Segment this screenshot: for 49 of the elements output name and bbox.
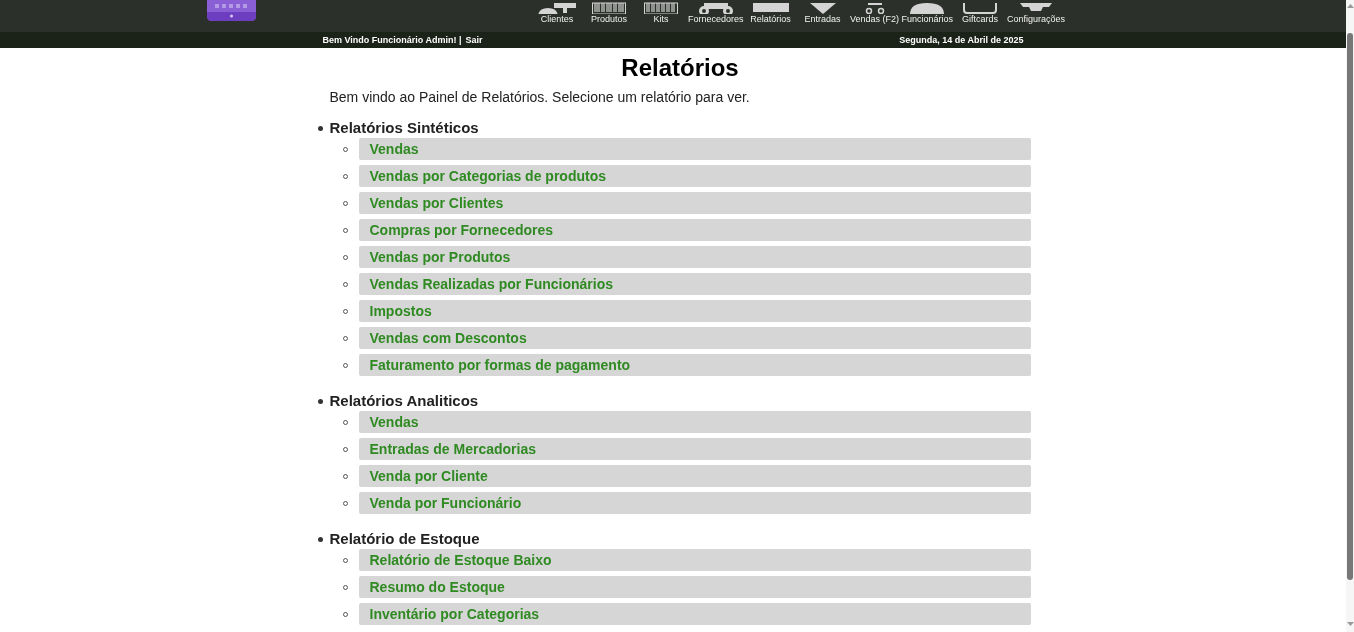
tablet-logo-icon (207, 0, 256, 21)
page-title: Relatórios (620, 54, 740, 82)
scrollbar-thumb[interactable] (1347, 33, 1353, 580)
barcode-icon (644, 0, 678, 14)
scrollbar-track[interactable] (1346, 0, 1354, 632)
barcode-icon (592, 0, 626, 14)
section-heading: Relatório de Estoque (329, 529, 480, 549)
nav-link[interactable]: Clientes (531, 0, 583, 25)
bullet-icon (317, 536, 323, 542)
scroll-down-icon[interactable] (1346, 622, 1354, 626)
bullet-icon (317, 125, 323, 131)
welcome-text: Bem Vindo Funcionário Admin! | (322, 34, 462, 47)
report-link[interactable]: Relatório de Estoque Baixo (358, 549, 1031, 571)
section-heading: Relatórios Sintéticos (329, 118, 479, 138)
report-link[interactable]: Compras por Fornecedores (358, 219, 1031, 241)
report-link[interactable]: Vendas por Produtos (358, 246, 1031, 268)
report-link[interactable]: Vendas Realizadas por Funcionários (358, 273, 1031, 295)
report-link[interactable]: Resumo do Estoque (358, 576, 1031, 598)
nav-link[interactable]: Giftcards (954, 0, 1007, 25)
nav-link[interactable]: Vendas (F2) (848, 0, 901, 25)
nav-link[interactable]: Funcionários (900, 0, 955, 25)
nav-link[interactable]: Configurações (1006, 0, 1067, 25)
person-icon (910, 0, 945, 14)
bullet-icon (317, 398, 323, 404)
intro-text: Bem vindo ao Painel de Relatórios. Selecione um relatório para ver. (328, 88, 751, 107)
nav-link[interactable]: Kits (635, 0, 687, 25)
report-link[interactable]: Impostos (358, 300, 1031, 322)
report-link[interactable]: Vendas (358, 138, 1031, 160)
report-link[interactable]: Vendas por Clientes (358, 192, 1031, 214)
report-link[interactable]: Vendas (358, 411, 1031, 433)
nav-link[interactable]: Entradas (796, 0, 849, 25)
nav-link[interactable]: Relatórios (744, 0, 797, 25)
logout-link[interactable]: Sair (465, 32, 483, 48)
card-icon (963, 0, 998, 14)
scroll-up-icon[interactable] (1346, 4, 1354, 8)
report-link[interactable]: Vendas com Descontos (358, 327, 1031, 349)
report-link[interactable]: Venda por Funcionário (358, 492, 1031, 514)
section-heading: Relatórios Analiticos (329, 391, 479, 411)
report-link[interactable]: Entradas de Mercadorias (358, 438, 1031, 460)
document-icon (752, 0, 789, 14)
report-link[interactable]: Venda por Cliente (358, 465, 1031, 487)
report-link[interactable]: Faturamento por formas de pagamento (358, 354, 1031, 376)
user-monitor-icon (538, 0, 576, 14)
report-link[interactable]: Inventário por Categorias (358, 603, 1031, 625)
nav-link[interactable]: Produtos (583, 0, 635, 25)
nav-link[interactable]: Fornecedores (687, 0, 745, 25)
report-link[interactable]: Vendas por Categorias de produtos (358, 165, 1031, 187)
down-arrow-icon (809, 0, 836, 14)
date-text: Segunda, 14 de Abril de 2025 (899, 34, 1024, 47)
